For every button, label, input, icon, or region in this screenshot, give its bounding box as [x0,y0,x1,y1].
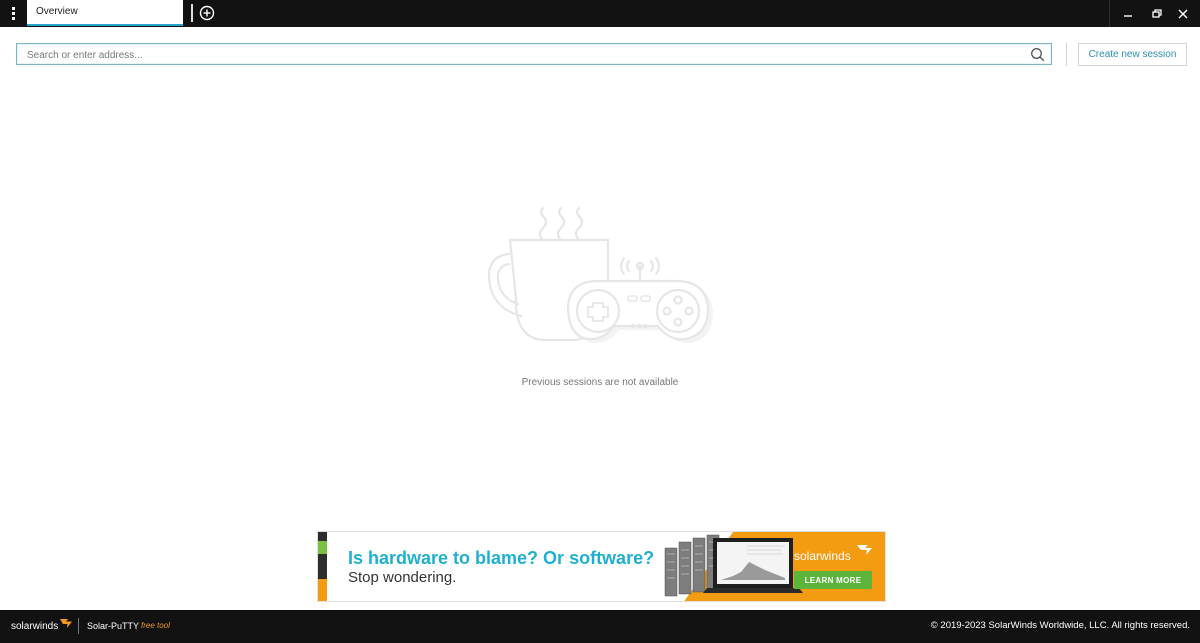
plus-circle-icon[interactable] [198,4,216,22]
empty-state-message: Previous sessions are not available [521,377,679,388]
flame-logo-icon [60,619,72,628]
tab-separator [191,4,193,22]
close-button[interactable] [1165,0,1200,27]
product-name: Solar-PuTTY [87,621,140,631]
minimize-icon [1123,14,1132,17]
tab-overview[interactable]: Overview [27,0,183,26]
search-input[interactable] [25,47,1019,64]
main-menu-button[interactable] [0,0,27,27]
footer-bar: solarwinds Solar-PuTTY free tool © 2019-… [0,610,1200,643]
ad-brand-logo: solarwinds [794,549,851,563]
copyright-text: © 2019-2023 SolarWinds Worldwide, LLC. A… [930,620,1190,631]
toolbar-divider [1066,43,1067,66]
free-tool-tag: free tool [141,621,170,630]
footer-brand-logo: solarwinds [11,621,59,632]
kebab-menu-icon [12,7,15,20]
flame-logo-icon [857,545,872,555]
search-box [16,43,1052,65]
ad-banner[interactable]: Is hardware to blame? Or software? Stop … [317,531,886,602]
tab-label: Overview [36,6,78,17]
search-icon[interactable] [1030,47,1045,62]
ad-server-laptop-graphic [664,532,885,601]
ad-headline: Is hardware to blame? Or software? [348,548,655,568]
close-icon [1178,9,1187,18]
restore-icon [1151,8,1162,18]
coffee-cup-and-gamepad-illustration [487,206,713,344]
ad-accent-stripes [318,532,327,601]
ad-subline: Stop wondering. [348,569,457,586]
learn-more-button[interactable]: LEARN MORE [794,571,872,589]
footer-divider [78,618,79,634]
title-bar: Overview [0,0,1200,27]
create-new-session-button[interactable]: Create new session [1078,43,1187,66]
